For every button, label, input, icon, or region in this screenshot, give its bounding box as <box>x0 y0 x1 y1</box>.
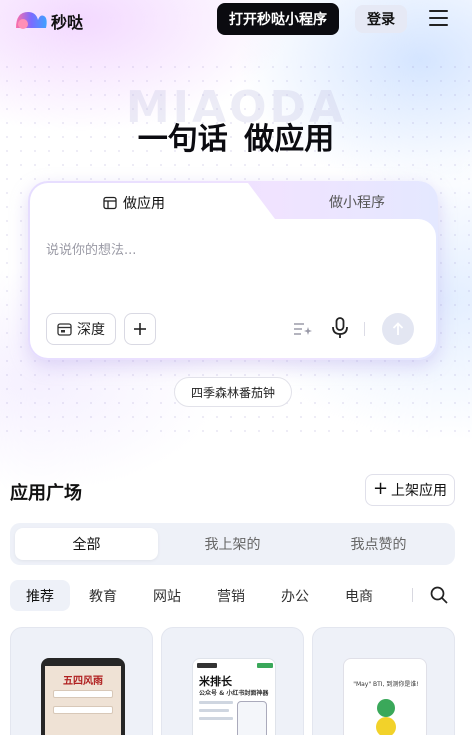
prompt-placeholder[interactable]: 说说你的想法... <box>46 239 136 258</box>
category-education[interactable]: 教育 <box>73 580 133 611</box>
app-window-icon <box>103 196 117 210</box>
deep-mode-icon <box>57 322 72 336</box>
category-office[interactable]: 办公 <box>265 580 325 611</box>
segment-my-liked[interactable]: 我点赞的 <box>307 528 450 560</box>
app-card-thumbnail: 五四风雨 <box>41 658 125 735</box>
send-button[interactable] <box>382 313 414 345</box>
app-card-thumbnail: "May" BTI, 到测你是谁! <box>343 658 427 735</box>
thumbnail-subtitle: 公众号 & 小红书封面神器 <box>199 690 269 697</box>
arrow-up-icon <box>392 322 404 335</box>
thumbnail-field <box>53 706 113 714</box>
category-ecommerce[interactable]: 电商 <box>329 580 389 611</box>
hamburger-icon[interactable] <box>429 10 448 26</box>
thumbnail-title: 五四风雨 <box>63 676 103 687</box>
top-header: 秒哒 打开秒哒小程序 登录 <box>0 0 472 40</box>
thumbnail-phone-mockup <box>237 701 267 735</box>
tab-make-app-label: 做应用 <box>123 196 165 212</box>
deep-mode-label: 深度 <box>77 322 105 338</box>
open-mini-program-button[interactable]: 打开秒哒小程序 <box>217 3 339 35</box>
deep-mode-button[interactable]: 深度 <box>46 313 116 345</box>
thumbnail-green-ball <box>377 699 395 717</box>
app-card-thumbnail: 米排长 公众号 & 小红书封面神器 <box>192 658 276 735</box>
app-plaza-title: 应用广场 <box>10 483 82 504</box>
plus-icon <box>134 323 146 335</box>
thumbnail-title: "May" BTI, 到测你是谁! <box>353 681 419 688</box>
add-attachment-button[interactable] <box>124 313 156 345</box>
thumbnail-title: 米排长 <box>199 675 232 688</box>
category-bar: 推荐 教育 网站 营销 办公 电商 <box>10 580 460 612</box>
thumbnail-yellow-ball <box>376 717 396 735</box>
segment-all[interactable]: 全部 <box>15 528 158 560</box>
app-card[interactable]: 五四风雨 <box>10 627 153 735</box>
publish-app-label: 上架应用 <box>391 483 448 499</box>
category-recommended[interactable]: 推荐 <box>10 580 70 611</box>
brand-name[interactable]: 秒哒 <box>51 9 83 33</box>
segment-my-published[interactable]: 我上架的 <box>161 528 304 560</box>
prompt-enhance-icon[interactable] <box>293 321 313 337</box>
microphone-icon[interactable] <box>330 317 350 339</box>
publish-app-button[interactable]: + 上架应用 <box>365 474 455 506</box>
plus-icon: + <box>372 478 389 499</box>
thumbnail-line <box>199 701 233 704</box>
toolbar-divider <box>364 322 365 336</box>
app-card[interactable]: 米排长 公众号 & 小红书封面神器 <box>161 627 304 735</box>
plaza-segment-control: 全部 我上架的 我点赞的 <box>10 523 455 565</box>
prompt-input-panel[interactable]: 说说你的想法... 深度 <box>30 219 436 358</box>
thumbnail-field <box>53 690 113 698</box>
tab-make-app[interactable]: 做应用 <box>30 183 238 223</box>
tab-make-mini-program[interactable]: 做小程序 <box>278 183 436 221</box>
miaoda-logo-icon[interactable] <box>14 8 48 30</box>
prompt-composer: 做应用 做小程序 说说你的想法... 深度 <box>28 181 438 360</box>
suggestion-chip[interactable]: 四季森林番茄钟 <box>174 377 292 407</box>
category-divider <box>412 588 413 602</box>
thumbnail-line <box>199 717 233 720</box>
hero-headline: 一句话 做应用 <box>137 122 335 157</box>
search-icon[interactable] <box>430 586 448 604</box>
thumbnail-toolbar <box>197 663 273 668</box>
thumbnail-line <box>199 709 229 712</box>
login-button[interactable]: 登录 <box>355 5 407 33</box>
category-marketing[interactable]: 营销 <box>201 580 261 611</box>
app-card[interactable]: "May" BTI, 到测你是谁! <box>312 627 455 735</box>
category-website[interactable]: 网站 <box>137 580 197 611</box>
